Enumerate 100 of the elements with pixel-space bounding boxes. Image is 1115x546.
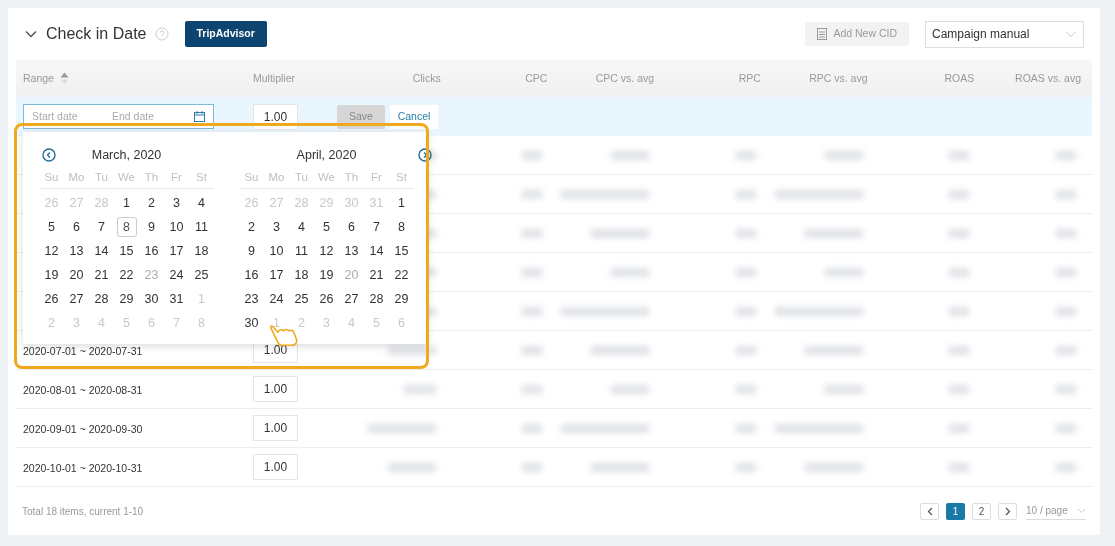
calendar-day[interactable]: 19 [41,265,62,285]
blurred-value [386,345,437,355]
blurred-value [590,228,651,238]
blurred-value [402,384,437,394]
calendar-day[interactable]: 6 [341,217,362,237]
calendar-day[interactable]: 23 [241,289,262,309]
calendar-day[interactable]: 2 [241,217,262,237]
calendar-day[interactable]: 8 [391,217,412,237]
calendar-day[interactable]: 5 [41,217,62,237]
blurred-value [1055,306,1077,316]
calendar-day[interactable]: 1 [116,193,137,213]
calendar-day[interactable]: 22 [116,265,137,285]
range-text: 2020-08-01 ~ 2020-08-31 [23,384,143,396]
column-header: RPC [738,71,761,84]
calendar-day[interactable]: 29 [116,289,137,309]
calendar-day[interactable]: 17 [166,241,187,261]
calendar-day[interactable]: 30 [241,313,262,333]
weekday-label: Su [43,169,60,185]
calendar-day[interactable]: 28 [366,289,387,309]
calendar-day[interactable]: 22 [391,265,412,285]
calendar-day[interactable]: 5 [316,217,337,237]
weekday-label: Tu [94,169,109,185]
calendar-day[interactable]: 7 [366,217,387,237]
calendar-day[interactable]: 1 [391,193,412,213]
blurred-value [1055,423,1077,433]
calendar-day[interactable]: 4 [291,217,312,237]
chevron-left-icon [926,506,933,516]
blurred-value [734,189,757,199]
cancel-button[interactable]: Cancel [390,104,438,129]
calendar-day[interactable]: 3 [266,217,287,237]
calendar-day[interactable]: 14 [91,241,112,261]
blurred-value [948,189,971,199]
calendar-day[interactable]: 21 [366,265,387,285]
blurred-value [734,462,757,472]
calendar-day[interactable]: 26 [41,289,62,309]
page-button[interactable]: 1 [946,502,965,520]
blurred-value [1055,345,1077,355]
calendar-day[interactable]: 26 [316,289,337,309]
calendar-day[interactable]: 31 [166,289,187,309]
multiplier-field[interactable]: 1.00 [253,415,298,441]
calendar-day[interactable]: 25 [191,265,212,285]
calendar-day[interactable]: 18 [291,265,312,285]
page-button[interactable]: 2 [972,502,991,520]
calendar-day[interactable]: 9 [141,217,162,237]
calendar-day[interactable]: 9 [241,241,262,261]
calendar-day[interactable]: 8 [116,217,137,237]
blurred-value [803,345,864,355]
range-text: 2020-07-01 ~ 2020-07-31 [23,345,143,357]
column-header: CPC vs. avg [595,71,655,84]
calendar-day[interactable]: 6 [66,217,87,237]
campaign-select[interactable]: Campaign manual [925,20,1084,48]
calendar-day[interactable]: 14 [366,241,387,261]
calendar-day[interactable]: 13 [66,241,87,261]
blurred-value [734,267,757,277]
calendar-day[interactable]: 12 [316,241,337,261]
calendar-day[interactable]: 20 [66,265,87,285]
weekday-label: Th [343,169,360,185]
blurred-value [948,306,971,316]
calendar-day[interactable]: 13 [341,241,362,261]
calendar-day[interactable]: 7 [91,217,112,237]
calendar-day[interactable]: 15 [391,241,412,261]
weekday-label: Su [243,169,260,185]
blurred-value [366,423,437,433]
calendar-day[interactable]: 24 [166,265,187,285]
calendar-day[interactable]: 17 [266,265,287,285]
calendar-day[interactable]: 19 [316,265,337,285]
sort-icon[interactable] [59,72,69,85]
calendar-day[interactable]: 27 [341,289,362,309]
blurred-value [521,267,544,277]
multiplier-field[interactable]: 1.00 [253,454,298,480]
column-header: Range [23,70,54,86]
calendar-day[interactable]: 24 [266,289,287,309]
column-header: RPC vs. avg [809,71,868,84]
multiplier-field[interactable]: 1.00 [253,376,298,402]
month-title: March, 2020 [91,146,162,164]
next-page-button[interactable] [998,502,1017,520]
calendar-day[interactable]: 12 [41,241,62,261]
calendar-day[interactable]: 2 [141,193,162,213]
calendar-day[interactable]: 10 [166,217,187,237]
calendar-day[interactable]: 10 [266,241,287,261]
calendar-day[interactable]: 21 [91,265,112,285]
calendar-day[interactable]: 25 [291,289,312,309]
calendar-day[interactable]: 27 [66,289,87,309]
weekday-label: Mo [267,169,286,185]
calendar-day[interactable]: 30 [141,289,162,309]
calendar-day[interactable]: 16 [141,241,162,261]
next-month-icon[interactable] [418,148,432,162]
previous-page-button[interactable] [920,502,939,520]
blurred-value [734,306,757,316]
calendar-day[interactable]: 29 [391,289,412,309]
calendar-day[interactable]: 11 [191,217,212,237]
previous-month-icon[interactable] [42,148,56,162]
month-title: April, 2020 [296,146,357,164]
calendar-day[interactable]: 16 [241,265,262,285]
calendar-day[interactable]: 11 [291,241,312,261]
calendar-day[interactable]: 18 [191,241,212,261]
calendar-day[interactable]: 4 [191,193,212,213]
calendar-day[interactable]: 28 [91,289,112,309]
calendar-day[interactable]: 3 [166,193,187,213]
calendar-day[interactable]: 15 [116,241,137,261]
